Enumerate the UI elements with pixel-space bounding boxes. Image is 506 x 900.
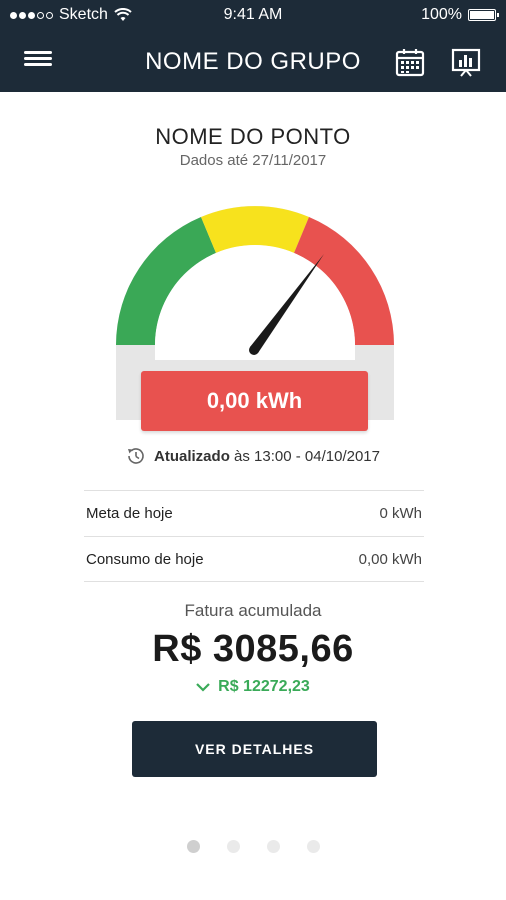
view-details-button[interactable]: VER DETALHES <box>132 721 377 777</box>
stat-label: Consumo de hoje <box>86 551 204 568</box>
difference-value: R$ 12272,23 <box>218 678 310 695</box>
page-dot[interactable] <box>266 840 280 853</box>
updated-info: Atualizado às 13:00 - 04/10/2017 <box>0 446 506 466</box>
report-button[interactable] <box>450 46 482 78</box>
billing-difference: R$ 12272,23 <box>0 678 506 696</box>
status-bar: Sketch 9:41 AM 100% <box>0 0 506 30</box>
battery-percent: 100% <box>421 6 462 23</box>
page-indicator <box>0 840 506 853</box>
battery-group: 100% <box>421 6 499 24</box>
calendar-button[interactable] <box>394 46 426 78</box>
stat-row-meta: Meta de hoje 0 kWh <box>84 490 424 536</box>
billing-value: R$ 3085,66 <box>152 628 354 670</box>
group-title: NOME DO GRUPO <box>145 48 361 75</box>
stat-label: Meta de hoje <box>86 505 173 522</box>
updated-time: às 13:00 - 04/10/2017 <box>234 447 380 465</box>
history-clock-icon <box>128 448 144 464</box>
calendar-icon <box>395 49 425 77</box>
stat-value: 0 kWh <box>379 505 422 522</box>
reading-badge: 0,00 kWh <box>141 371 368 431</box>
data-until: Dados até 27/11/2017 <box>179 152 327 169</box>
page-dot[interactable] <box>186 840 200 853</box>
app-header: Sketch 9:41 AM 100% NOME DO GRUPO <box>0 0 506 92</box>
page-dot[interactable] <box>306 840 320 853</box>
bar-chart-presentation-icon <box>451 48 481 77</box>
nav-bar: NOME DO GRUPO <box>0 38 506 84</box>
page-dot[interactable] <box>226 840 240 853</box>
battery-icon <box>468 9 499 21</box>
updated-label: Atualizado <box>154 447 230 465</box>
billing-label: Fatura acumulada <box>184 601 322 620</box>
point-name: NOME DO PONTO <box>155 124 351 149</box>
stat-value: 0,00 kWh <box>358 551 422 568</box>
stat-row-consumo: Consumo de hoje 0,00 kWh <box>84 536 424 582</box>
chevron-down-icon <box>196 683 210 692</box>
